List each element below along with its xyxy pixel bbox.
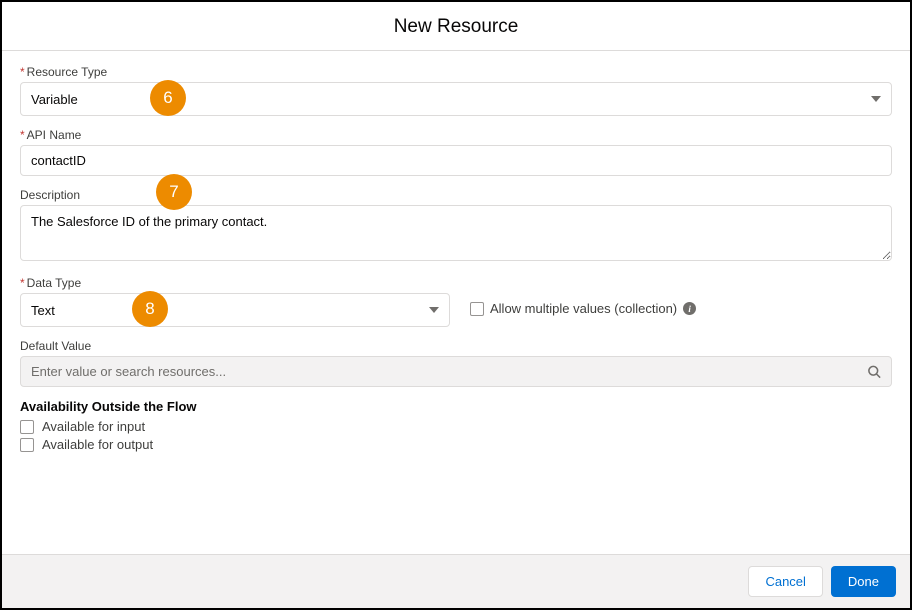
available-input-checkbox[interactable] (20, 420, 34, 434)
resource-type-label: *Resource Type (20, 65, 892, 79)
modal-title: New Resource (2, 16, 910, 38)
description-group: 7 Description The Salesforce ID of the p… (20, 188, 892, 264)
resource-type-group: 6 *Resource Type Variable (20, 65, 892, 116)
done-button[interactable]: Done (831, 566, 896, 597)
allow-multiple-checkbox[interactable] (470, 302, 484, 316)
info-icon[interactable]: i (683, 302, 696, 315)
description-label: Description (20, 188, 892, 202)
chevron-down-icon (429, 307, 439, 313)
modal-footer: Cancel Done (2, 554, 910, 608)
availability-title: Availability Outside the Flow (20, 399, 892, 414)
default-value-label: Default Value (20, 339, 892, 353)
callout-8: 8 (132, 291, 168, 327)
modal-body: 6 *Resource Type Variable *API Name 7 De… (2, 51, 910, 554)
data-type-group: 8 *Data Type Text Allow multiple values … (20, 276, 892, 327)
new-resource-modal: New Resource 6 *Resource Type Variable *… (0, 0, 912, 610)
data-type-value: Text (31, 303, 55, 318)
available-input-label: Available for input (42, 419, 145, 434)
available-output-checkbox[interactable] (20, 438, 34, 452)
default-value-group: Default Value (20, 339, 892, 387)
required-indicator: * (20, 128, 25, 142)
available-input-row: Available for input (20, 419, 892, 434)
data-type-label: *Data Type (20, 276, 450, 290)
callout-6: 6 (150, 80, 186, 116)
api-name-group: *API Name (20, 128, 892, 176)
search-icon (867, 364, 882, 379)
cancel-button[interactable]: Cancel (748, 566, 822, 597)
description-input[interactable]: The Salesforce ID of the primary contact… (20, 205, 892, 261)
data-type-select[interactable]: Text (20, 293, 450, 327)
default-value-input[interactable] (20, 356, 892, 387)
available-output-label: Available for output (42, 437, 153, 452)
allow-multiple-row: Allow multiple values (collection) i (470, 287, 696, 316)
availability-section: Availability Outside the Flow Available … (20, 399, 892, 452)
allow-multiple-label: Allow multiple values (collection) (490, 301, 677, 316)
available-output-row: Available for output (20, 437, 892, 452)
callout-7: 7 (156, 174, 192, 210)
api-name-label: *API Name (20, 128, 892, 142)
resource-type-value: Variable (31, 92, 78, 107)
chevron-down-icon (871, 96, 881, 102)
modal-header: New Resource (2, 2, 910, 51)
required-indicator: * (20, 276, 25, 290)
required-indicator: * (20, 65, 25, 79)
api-name-input[interactable] (20, 145, 892, 176)
